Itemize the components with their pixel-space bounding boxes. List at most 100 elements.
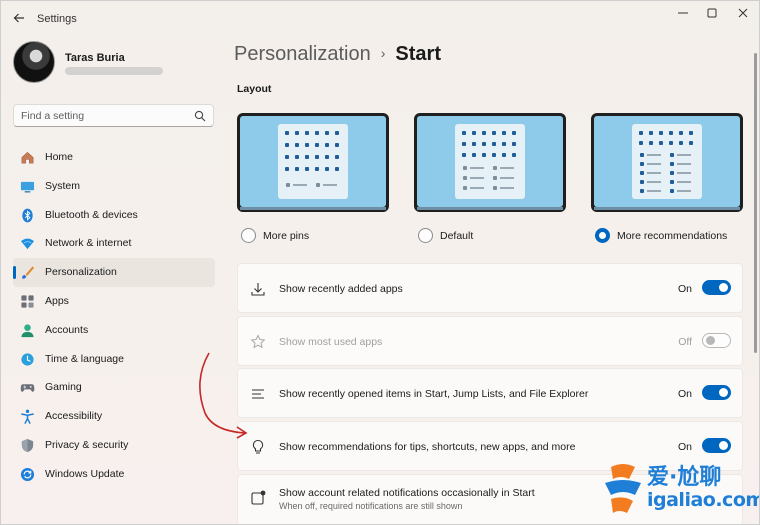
sidebar-item-bluetooth[interactable]: Bluetooth & devices: [13, 201, 215, 230]
layout-preview-more-pins[interactable]: [237, 113, 389, 212]
annotation-arrow: [199, 352, 248, 439]
time-language-icon: [21, 352, 34, 366]
list-icon: [252, 389, 264, 399]
sidebar-item-label: Personalization: [45, 266, 117, 279]
toggle-switch[interactable]: [702, 438, 731, 453]
sidebar-item-label: Accessibility: [45, 410, 103, 423]
sidebar-item-apps[interactable]: Apps: [13, 287, 215, 316]
personalization-icon: [22, 266, 35, 279]
minimize-button[interactable]: [668, 5, 698, 23]
preview-line: [647, 154, 661, 156]
watermark-text: 爱·尬聊: [647, 465, 722, 490]
preview-tile: [482, 153, 486, 157]
radio-button-selected[interactable]: [595, 228, 610, 243]
preview-screen: [594, 116, 740, 207]
sidebar-item-personalization[interactable]: Personalization: [13, 258, 215, 287]
radio-button[interactable]: [418, 228, 433, 243]
windows-update-icon: [20, 467, 35, 481]
toggle-state-text: On: [677, 441, 692, 453]
setting-label: Show recommendations for tips, shortcuts…: [279, 441, 576, 453]
preview-tile: [670, 153, 674, 157]
radio-more-pins[interactable]: More pins: [241, 228, 309, 243]
preview-tile: [462, 153, 466, 157]
setting-recently-opened-items: Show recently opened items in Start, Jum…: [237, 368, 743, 418]
sidebar-item-home[interactable]: Home: [13, 143, 215, 172]
sidebar-item-accessibility[interactable]: Accessibility: [13, 402, 215, 431]
preview-tile: [285, 155, 289, 159]
preview-tile: [463, 186, 467, 190]
apps-icon: [21, 295, 34, 308]
preview-line: [677, 154, 691, 156]
sidebar-item-system[interactable]: System: [13, 172, 215, 201]
start-menu-preview: [455, 124, 525, 199]
preview-tile: [493, 186, 497, 190]
page-title: Start: [395, 43, 441, 65]
breadcrumb-parent[interactable]: Personalization: [234, 43, 371, 65]
preview-screen: [417, 116, 563, 207]
sidebar-item-windows-update[interactable]: Windows Update: [13, 460, 215, 489]
preview-tile: [285, 167, 289, 171]
preview-tile: [679, 141, 683, 145]
preview-tile: [285, 143, 289, 147]
sidebar-item-label: Windows Update: [45, 467, 125, 480]
preview-line: [293, 184, 307, 186]
preview-line: [500, 187, 514, 189]
preview-tile: [482, 142, 486, 146]
system-icon: [20, 181, 35, 193]
setting-label: Show most used apps: [279, 336, 383, 348]
maximize-icon: [707, 8, 717, 18]
back-button[interactable]: [10, 10, 28, 28]
sidebar-item-label: Bluetooth & devices: [45, 208, 138, 221]
preview-tile: [512, 131, 516, 135]
preview-tile: [640, 189, 644, 193]
preview-line: [470, 187, 484, 189]
radio-label: More recommendations: [617, 229, 728, 242]
star-icon: [250, 334, 266, 349]
preview-tile: [315, 167, 319, 171]
setting-recently-added-apps: Show recently added apps On: [237, 263, 743, 313]
scrollbar[interactable]: [754, 53, 757, 353]
preview-tile: [639, 141, 643, 145]
sidebar-item-privacy[interactable]: Privacy & security: [13, 431, 215, 460]
radio-button[interactable]: [241, 228, 256, 243]
preview-tile: [315, 131, 319, 135]
sidebar-item-network[interactable]: Network & internet: [13, 229, 215, 258]
sidebar-item-label: Time & language: [45, 352, 124, 365]
active-indicator: [13, 266, 16, 280]
preview-tile: [493, 176, 497, 180]
preview-tile: [325, 155, 329, 159]
sidebar-item-time-language[interactable]: Time & language: [13, 345, 215, 374]
search-input[interactable]: Find a setting: [13, 104, 214, 127]
sidebar-item-accounts[interactable]: Accounts: [13, 316, 215, 345]
maximize-button[interactable]: [697, 5, 727, 23]
toggle-switch[interactable]: [702, 385, 731, 400]
watermark-logo-icon: [605, 464, 641, 513]
layout-preview-more-recommendations[interactable]: [591, 113, 743, 212]
preview-tile: [640, 162, 644, 166]
preview-tile: [325, 143, 329, 147]
preview-line: [677, 181, 691, 183]
search-icon: [194, 110, 206, 122]
preview-tile: [325, 131, 329, 135]
radio-more-recommendations[interactable]: More recommendations: [595, 228, 727, 243]
preview-tile: [492, 153, 496, 157]
preview-tile: [639, 131, 643, 135]
layout-section-title: Layout: [237, 83, 272, 95]
preview-tile: [335, 143, 339, 147]
download-icon: [251, 283, 265, 296]
preview-tile: [305, 143, 309, 147]
toggle-switch[interactable]: [702, 280, 731, 295]
layout-preview-default[interactable]: [414, 113, 566, 212]
preview-tile: [305, 155, 309, 159]
radio-default[interactable]: Default: [418, 228, 473, 243]
close-button[interactable]: [728, 5, 758, 23]
preview-tile: [462, 142, 466, 146]
sidebar-item-label: Home: [45, 151, 74, 163]
preview-tile: [335, 167, 339, 171]
preview-line: [500, 177, 514, 179]
sidebar-item-gaming[interactable]: Gaming: [13, 373, 215, 402]
preview-tile: [649, 141, 653, 145]
sidebar-item-label: Network & internet: [45, 237, 132, 250]
preview-line: [500, 167, 514, 169]
preview-screen: [240, 116, 386, 207]
